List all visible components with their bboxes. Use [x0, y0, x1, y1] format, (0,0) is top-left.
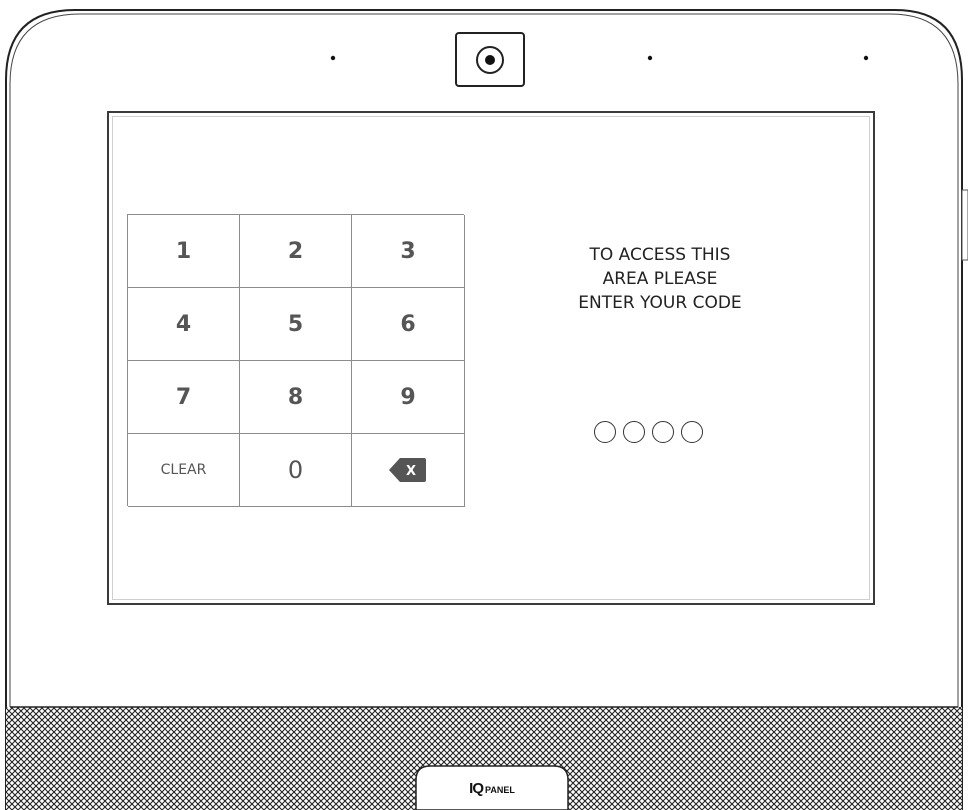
access-prompt: TO ACCESS THIS AREA PLEASE ENTER YOUR CO…: [540, 243, 780, 315]
pin-keypad: 1 2 3 4 5 6 7 8 9 CLEAR 0 X: [127, 214, 465, 507]
logo-panel-text: PANEL: [485, 785, 515, 795]
key-2[interactable]: 2: [240, 215, 352, 288]
key-4[interactable]: 4: [128, 288, 240, 361]
key-3[interactable]: 3: [352, 215, 465, 288]
pin-digit-indicator: [652, 421, 674, 443]
pin-digit-indicator: [681, 421, 703, 443]
pin-digit-indicator: [623, 421, 645, 443]
clear-button[interactable]: CLEAR: [128, 434, 240, 507]
pin-digit-indicator: [594, 421, 616, 443]
prompt-line-3: ENTER YOUR CODE: [578, 293, 742, 313]
backspace-glyph: X: [406, 464, 416, 479]
pin-indicator: [594, 421, 703, 443]
key-8[interactable]: 8: [240, 361, 352, 434]
key-0[interactable]: 0: [240, 434, 352, 507]
key-1[interactable]: 1: [128, 215, 240, 288]
prompt-line-1: TO ACCESS THIS: [589, 245, 731, 265]
backspace-button[interactable]: X: [352, 434, 465, 507]
key-7[interactable]: 7: [128, 361, 240, 434]
backspace-icon: X: [389, 458, 426, 482]
logo-iq-text: IQ: [469, 779, 484, 797]
key-9[interactable]: 9: [352, 361, 465, 434]
key-5[interactable]: 5: [240, 288, 352, 361]
iq-panel-logo: IQ PANEL: [416, 766, 568, 810]
key-6[interactable]: 6: [352, 288, 465, 361]
prompt-line-2: AREA PLEASE: [602, 269, 718, 289]
